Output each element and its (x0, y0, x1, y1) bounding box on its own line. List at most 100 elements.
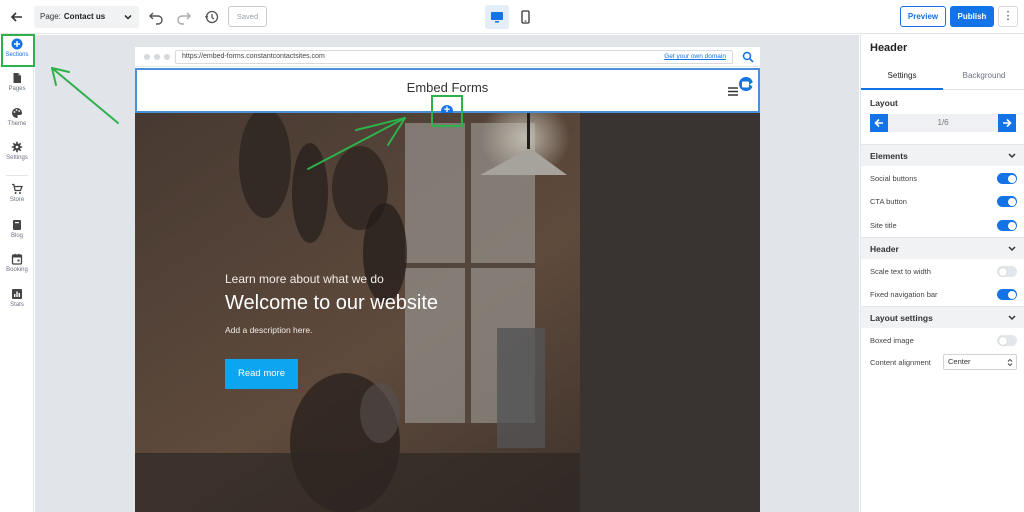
browser-chrome: https://embed-forms.constantcontactsites… (135, 47, 760, 67)
site-title-toggle[interactable] (997, 220, 1017, 231)
site-title: Embed Forms (406, 80, 489, 95)
chevron-down-icon (1008, 315, 1016, 321)
chat-badge[interactable] (737, 75, 755, 93)
row-label: Social buttons (870, 174, 918, 183)
row-fixed-nav: Fixed navigation bar (861, 283, 1024, 305)
boxed-image-toggle[interactable] (997, 335, 1017, 346)
gear-icon (11, 141, 23, 153)
content-alignment-select[interactable]: Center (943, 354, 1017, 370)
sidebar-item-label: Store (9, 197, 25, 203)
content-alignment-value: Center (948, 357, 971, 366)
sidebar-item-label: Pages (8, 86, 26, 92)
publish-button[interactable]: Publish (950, 6, 994, 27)
panel-tabs: Settings Background (861, 64, 1024, 90)
window-dot (154, 54, 160, 60)
group-label: Layout settings (870, 313, 933, 323)
header-settings-panel: Header Settings Background Layout 1/6 El… (860, 34, 1024, 512)
arrow-left-icon (874, 118, 883, 128)
sidebar-item-store[interactable]: Store (0, 183, 34, 213)
sidebar-item-label: Theme (7, 121, 27, 127)
preview-button[interactable]: Preview (900, 6, 946, 27)
desktop-icon (491, 12, 503, 23)
row-content-alignment: Content alignment Center (861, 351, 1024, 373)
panel-title: Header (870, 42, 908, 54)
hero-description: Add a description here. (225, 325, 313, 335)
top-toolbar: Page: Contact us Saved Preview Publish ⋮ (0, 0, 1024, 34)
undo-icon[interactable] (148, 9, 164, 25)
row-site-title: Site title (861, 214, 1024, 236)
group-label: Header (870, 244, 899, 254)
read-more-button[interactable]: Read more (225, 359, 298, 389)
row-cta-button: CTA button (861, 190, 1024, 212)
fixed-nav-toggle[interactable] (997, 289, 1017, 300)
tab-settings[interactable]: Settings (861, 64, 943, 90)
sidebar-item-settings[interactable]: Settings (0, 141, 34, 171)
annotation-highlight-add-section (431, 95, 463, 127)
row-label: CTA button (870, 197, 907, 206)
layout-prev-button[interactable] (870, 114, 888, 132)
sidebar-item-blog[interactable]: Blog (0, 219, 34, 249)
row-label: Content alignment (870, 358, 931, 367)
desktop-view-button[interactable] (485, 5, 509, 29)
mobile-view-button[interactable] (513, 5, 537, 29)
hero-title: Welcome to our website (225, 292, 439, 314)
cta-button-toggle[interactable] (997, 196, 1017, 207)
search-icon[interactable] (742, 51, 754, 63)
row-boxed-image: Boxed image (861, 329, 1024, 351)
arrow-right-icon (1003, 118, 1012, 128)
redo-icon[interactable] (176, 9, 192, 25)
select-arrows-icon (1007, 358, 1013, 367)
sidebar-item-booking[interactable]: Booking (0, 253, 34, 283)
layout-next-button[interactable] (998, 114, 1016, 132)
left-sidebar: Sections Pages Theme Settings Store Blog… (0, 34, 34, 512)
annotation-highlight-sections (1, 34, 35, 67)
sidebar-item-stats[interactable]: Stats (0, 288, 34, 318)
chevron-down-icon (124, 14, 132, 20)
row-label: Scale text to width (870, 267, 931, 276)
hero-section[interactable]: Learn more about what we do Welcome to o… (135, 113, 760, 512)
mobile-icon (521, 10, 530, 24)
page-icon (13, 73, 21, 83)
palette-icon (12, 108, 22, 118)
saved-button[interactable]: Saved (228, 6, 267, 27)
url-bar: https://embed-forms.constantcontactsites… (175, 50, 733, 64)
hamburger-menu-icon[interactable] (728, 87, 738, 96)
url-text: https://embed-forms.constantcontactsites… (182, 53, 325, 60)
video-camera-icon (742, 81, 753, 88)
calendar-icon (11, 253, 23, 265)
chevron-down-icon (1008, 246, 1016, 252)
group-label: Elements (870, 151, 908, 161)
row-social-buttons: Social buttons (861, 167, 1024, 189)
layout-stepper: 1/6 (870, 114, 1016, 132)
back-arrow-icon[interactable] (8, 8, 26, 26)
window-dot (164, 54, 170, 60)
layout-value: 1/6 (937, 118, 949, 127)
row-scale-text: Scale text to width (861, 260, 1024, 282)
sidebar-item-pages[interactable]: Pages (0, 72, 34, 102)
sidebar-divider (6, 175, 28, 176)
history-icon[interactable] (204, 9, 220, 25)
page-selector-value: Contact us (63, 12, 106, 21)
row-label: Site title (870, 221, 897, 230)
page-selector[interactable]: Page: Contact us (34, 6, 139, 28)
group-layout-settings[interactable]: Layout settings (861, 306, 1024, 328)
social-buttons-toggle[interactable] (997, 173, 1017, 184)
tab-background[interactable]: Background (943, 64, 1024, 90)
group-header[interactable]: Header (861, 237, 1024, 259)
sidebar-item-theme[interactable]: Theme (0, 107, 34, 137)
hero-kicker: Learn more about what we do (225, 272, 384, 286)
book-icon (13, 220, 21, 230)
row-label: Fixed navigation bar (870, 290, 938, 299)
chevron-down-icon (1008, 153, 1016, 159)
layout-label: Layout (870, 98, 898, 108)
scale-text-toggle[interactable] (997, 266, 1017, 277)
sidebar-item-label: Settings (6, 155, 28, 161)
group-elements[interactable]: Elements (861, 144, 1024, 166)
sidebar-item-label: Stats (10, 302, 24, 308)
window-dot (144, 54, 150, 60)
sidebar-item-label: Blog (10, 233, 23, 239)
more-options-button[interactable]: ⋮ (998, 6, 1018, 27)
sidebar-item-label: Booking (6, 267, 28, 273)
chart-icon (12, 289, 22, 299)
get-own-domain-link[interactable]: Get your own domain (664, 51, 726, 63)
